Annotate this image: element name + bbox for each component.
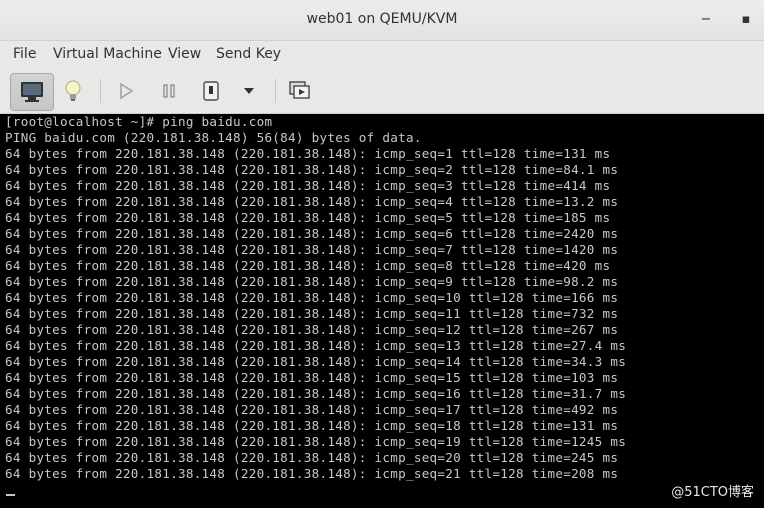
terminal-line: 64 bytes from 220.181.38.148 (220.181.38… — [5, 226, 619, 241]
terminal-line: 64 bytes from 220.181.38.148 (220.181.38… — [5, 162, 619, 177]
text-cursor — [6, 494, 15, 496]
terminal-line: 64 bytes from 220.181.38.148 (220.181.38… — [5, 178, 611, 193]
pause-icon — [163, 84, 175, 98]
console-icon — [21, 82, 43, 102]
console-button[interactable] — [10, 73, 54, 111]
terminal-line: 64 bytes from 220.181.38.148 (220.181.38… — [5, 418, 619, 433]
menu-send-key[interactable]: Send Key — [216, 46, 281, 62]
details-button[interactable] — [56, 73, 90, 109]
dropdown-arrow-icon — [244, 88, 254, 94]
terminal-line: 64 bytes from 220.181.38.148 (220.181.38… — [5, 290, 619, 305]
window-title: web01 on QEMU/KVM — [306, 11, 458, 27]
terminal-line: 64 bytes from 220.181.38.148 (220.181.38… — [5, 450, 619, 465]
menu-file[interactable]: File — [13, 46, 36, 62]
toolbar — [0, 69, 764, 114]
title-bar: web01 on QEMU/KVM − ▪ — [0, 0, 764, 41]
terminal-line: 64 bytes from 220.181.38.148 (220.181.38… — [5, 306, 619, 321]
terminal-line: 64 bytes from 220.181.38.148 (220.181.38… — [5, 322, 619, 337]
terminal-line: 64 bytes from 220.181.38.148 (220.181.38… — [5, 354, 627, 369]
menu-virtual-machine[interactable]: Virtual Machine — [53, 46, 162, 62]
terminal-line: 64 bytes from 220.181.38.148 (220.181.38… — [5, 386, 627, 401]
terminal-line: 64 bytes from 220.181.38.148 (220.181.38… — [5, 258, 611, 273]
play-icon — [120, 82, 134, 100]
run-button[interactable] — [110, 73, 142, 109]
snapshot-icon — [289, 81, 310, 99]
minimize-icon[interactable]: − — [696, 10, 716, 30]
terminal-line: 64 bytes from 220.181.38.148 (220.181.38… — [5, 338, 627, 353]
terminal-output: [root@localhost ~]# ping baidu.com PING b… — [5, 114, 626, 482]
power-icon — [203, 81, 219, 101]
terminal-line: 64 bytes from 220.181.38.148 (220.181.38… — [5, 146, 611, 161]
shutdown-menu-button[interactable] — [236, 73, 262, 109]
terminal-line: 64 bytes from 220.181.38.148 (220.181.38… — [5, 466, 619, 481]
toolbar-separator — [100, 79, 101, 103]
terminal-line: 64 bytes from 220.181.38.148 (220.181.38… — [5, 210, 611, 225]
lightbulb-icon — [65, 80, 81, 101]
toolbar-separator — [275, 79, 276, 103]
shutdown-button[interactable] — [196, 73, 226, 109]
terminal-line: 64 bytes from 220.181.38.148 (220.181.38… — [5, 402, 619, 417]
terminal-line: 64 bytes from 220.181.38.148 (220.181.38… — [5, 274, 619, 289]
terminal-line: 64 bytes from 220.181.38.148 (220.181.38… — [5, 194, 619, 209]
terminal-line: 64 bytes from 220.181.38.148 (220.181.38… — [5, 434, 627, 449]
snapshot-button[interactable] — [284, 73, 316, 109]
terminal-line: [root@localhost ~]# ping baidu.com — [5, 114, 273, 129]
terminal-line: 64 bytes from 220.181.38.148 (220.181.38… — [5, 370, 619, 385]
pause-button[interactable] — [153, 73, 185, 109]
menu-view[interactable]: View — [168, 46, 201, 62]
vm-console-screen[interactable]: [root@localhost ~]# ping baidu.com PING b… — [0, 114, 764, 508]
terminal-line: 64 bytes from 220.181.38.148 (220.181.38… — [5, 242, 619, 257]
menu-bar: File Virtual Machine View Send Key — [0, 41, 764, 69]
watermark: @51CTO博客 — [671, 485, 754, 500]
terminal-line: PING baidu.com (220.181.38.148) 56(84) b… — [5, 130, 422, 145]
maximize-icon[interactable]: ▪ — [736, 10, 756, 30]
